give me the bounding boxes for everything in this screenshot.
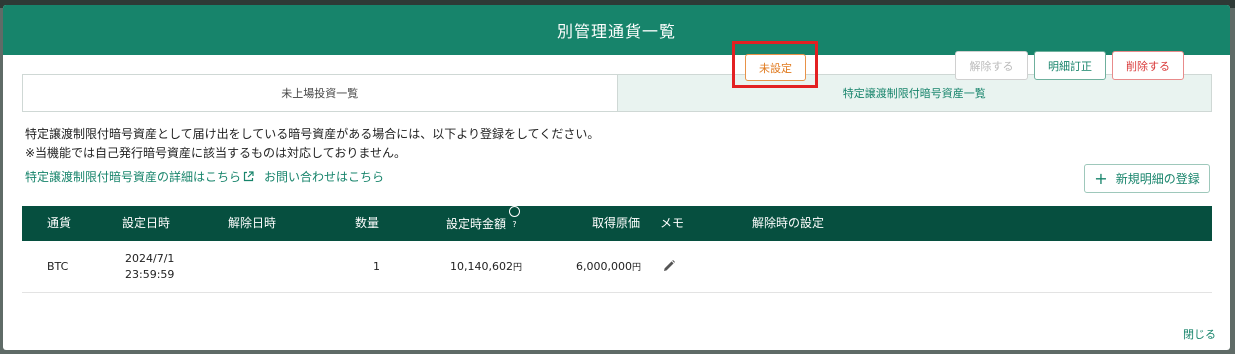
cell-cost: 6,000,000円 [576, 260, 641, 273]
cell-set-time: 23:59:59 [125, 268, 175, 281]
help-circle-icon[interactable]: ? [509, 206, 521, 229]
set-amount-unit: 円 [512, 263, 522, 273]
external-link-icon [243, 171, 254, 182]
add-new-entry-label: 新規明細の登録 [1115, 172, 1200, 186]
cost-unit: 円 [631, 263, 641, 273]
set-amount-value: 10,140,602 [450, 260, 513, 273]
dialog-title: 別管理通貨一覧 [556, 22, 676, 41]
notice-line: ※当機能では自己発行暗号資産に該当するものは対応しておりません。 [25, 146, 406, 160]
close-link[interactable]: 閉じる [1183, 326, 1216, 342]
cost-value: 6,000,000 [576, 260, 632, 273]
pencil-icon[interactable] [662, 259, 676, 273]
cell-quantity: 1 [373, 260, 380, 273]
col-cost: 取得原価 [592, 216, 641, 230]
details-link[interactable]: 特定譲渡制限付暗号資産の詳細はこちら [25, 168, 264, 185]
dialog-header: 別管理通貨一覧 [3, 5, 1230, 55]
delete-button[interactable]: 削除する [1112, 51, 1184, 80]
col-release-date: 解除日時 [228, 216, 277, 230]
table-row: BTC 2024/7/1 23:59:59 1 10,140,602円 6,00… [22, 241, 1212, 293]
col-memo: メモ [660, 216, 685, 230]
plus-icon: + [1094, 168, 1108, 188]
col-set-amount-label: 設定時金額 [446, 217, 507, 231]
contact-link[interactable]: お問い合わせはこちら [264, 168, 384, 185]
tab-restricted-crypto-assets[interactable]: 特定譲渡制限付暗号資産一覧 [616, 75, 1211, 111]
col-set-amount: 設定時金額? [446, 206, 521, 242]
release-setting-unset-button[interactable]: 未設定 [745, 54, 806, 81]
cell-set-date: 2024/7/1 [125, 252, 175, 265]
release-button[interactable]: 解除する [955, 51, 1028, 80]
tab-unlisted-investments[interactable]: 未上場投資一覧 [23, 75, 617, 111]
tab-bar: 未上場投資一覧 特定譲渡制限付暗号資産一覧 [22, 74, 1212, 112]
notice-line: 特定譲渡制限付暗号資産として届け出をしている暗号資産がある場合には、以下より登録… [25, 127, 600, 141]
details-link-label: 特定譲渡制限付暗号資産の詳細はこちら [25, 170, 242, 184]
add-new-entry-button[interactable]: + 新規明細の登録 [1084, 164, 1210, 193]
link-row: 特定譲渡制限付暗号資産の詳細はこちら お問い合わせはこちら [25, 168, 384, 185]
table-header: 通貨 設定日時 解除日時 数量 設定時金額? 取得原価 メモ 解除時の設定 [22, 206, 1212, 241]
col-currency: 通貨 [47, 216, 72, 230]
col-set-date: 設定日時 [122, 216, 171, 230]
assets-table: 通貨 設定日時 解除日時 数量 設定時金額? 取得原価 メモ 解除時の設定 BT… [22, 206, 1212, 293]
modal-dialog: 別管理通貨一覧 未上場投資一覧 特定譲渡制限付暗号資産一覧 特定譲渡制限付暗号資… [3, 5, 1230, 350]
edit-entry-button[interactable]: 明細訂正 [1034, 51, 1106, 80]
notice-text: 特定譲渡制限付暗号資産として届け出をしている暗号資産がある場合には、以下より登録… [25, 125, 599, 163]
col-release-setting: 解除時の設定 [752, 216, 825, 230]
cell-set-amount: 10,140,602円 [450, 260, 522, 273]
cell-currency: BTC [47, 260, 69, 273]
col-quantity: 数量 [355, 216, 380, 230]
